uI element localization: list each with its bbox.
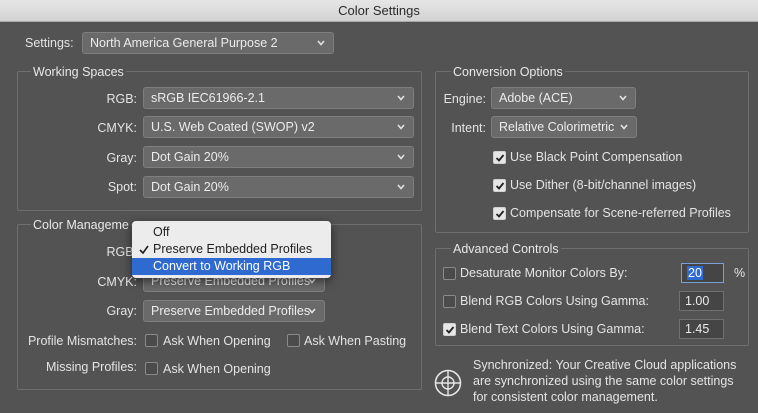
rgb-working-value: sRGB IEC61966-2.1 <box>151 91 265 105</box>
chevron-down-icon <box>397 95 405 101</box>
blend-text-input[interactable]: 1.45 <box>679 319 724 339</box>
blend-text-checkbox[interactable] <box>443 323 456 336</box>
engine-value: Adobe (ACE) <box>499 91 573 105</box>
spot-working-value: Dot Gain 20% <box>151 180 229 194</box>
conversion-options-title: Conversion Options <box>451 64 565 80</box>
cmyk-working-value: U.S. Web Coated (SWOP) v2 <box>151 120 315 134</box>
gray-working-value: Dot Gain 20% <box>151 150 229 164</box>
chevron-down-icon <box>397 154 405 160</box>
sync-line-2: are synchronized using the same color se… <box>473 374 734 388</box>
chevron-down-icon <box>397 184 405 190</box>
window-title-bar: Color Settings <box>0 0 758 22</box>
mismatch-ask-opening-checkbox[interactable] <box>145 334 158 347</box>
engine-label: Engine: <box>443 92 486 106</box>
gray-policy-value: Preserve Embedded Profiles <box>151 304 311 318</box>
blend-text-label: Blend Text Colors Using Gamma: <box>460 322 645 336</box>
sync-line-1: Synchronized: Your Creative Cloud applic… <box>473 358 737 372</box>
desaturate-value: 20 <box>687 266 703 280</box>
mismatch-ask-opening-label: Ask When Opening <box>163 334 271 348</box>
cmyk-working-select[interactable]: U.S. Web Coated (SWOP) v2 <box>143 116 414 138</box>
checkmark-icon <box>495 154 505 162</box>
black-point-checkbox[interactable] <box>493 151 506 164</box>
chevron-down-icon <box>620 124 628 130</box>
color-management-title: Color Manageme <box>31 217 131 233</box>
gray-policy-select[interactable]: Preserve Embedded Profiles <box>143 300 325 322</box>
chevron-down-icon <box>317 40 325 46</box>
mismatch-ask-pasting-checkbox[interactable] <box>287 334 300 347</box>
rgb-working-label: RGB: <box>106 92 137 106</box>
sync-message: Synchronized: Your Creative Cloud applic… <box>473 357 753 405</box>
spot-working-select[interactable]: Dot Gain 20% <box>143 176 414 198</box>
mismatch-ask-pasting-label: Ask When Pasting <box>304 334 407 348</box>
blend-rgb-value: 1.00 <box>685 294 710 308</box>
blend-rgb-checkbox[interactable] <box>443 295 456 308</box>
cmyk-working-label: CMYK: <box>97 121 137 135</box>
rgb-working-select[interactable]: sRGB IEC61966-2.1 <box>143 87 414 109</box>
window-title: Color Settings <box>338 3 420 18</box>
spot-working-label: Spot: <box>107 180 137 194</box>
missing-profiles-label: Missing Profiles: <box>46 360 137 374</box>
intent-select[interactable]: Relative Colorimetric <box>491 116 637 138</box>
checkmark-icon <box>445 326 455 334</box>
missing-ask-opening-checkbox[interactable] <box>145 362 158 375</box>
settings-select[interactable]: North America General Purpose 2 <box>82 32 334 54</box>
checkmark-icon <box>495 210 505 218</box>
blend-rgb-input[interactable]: 1.00 <box>679 291 724 311</box>
gray-working-select[interactable]: Dot Gain 20% <box>143 146 414 168</box>
desaturate-input[interactable]: 20 <box>681 263 724 283</box>
rgb-policy-label: RGB: <box>106 245 137 259</box>
desaturate-label: Desaturate Monitor Colors By: <box>460 266 628 280</box>
engine-select[interactable]: Adobe (ACE) <box>491 87 636 109</box>
dither-checkbox[interactable] <box>493 179 506 192</box>
black-point-label: Use Black Point Compensation <box>510 150 683 164</box>
menu-item-off[interactable]: Off <box>132 224 331 241</box>
desaturate-checkbox[interactable] <box>443 267 456 280</box>
cmyk-policy-label: CMYK: <box>97 275 137 289</box>
chevron-down-icon <box>619 95 627 101</box>
profile-mismatches-label: Profile Mismatches: <box>27 334 137 348</box>
missing-ask-opening-label: Ask When Opening <box>163 362 271 376</box>
menu-item-convert[interactable]: Convert to Working RGB <box>132 258 331 275</box>
intent-value: Relative Colorimetric <box>499 120 615 134</box>
working-spaces-title: Working Spaces <box>31 64 126 80</box>
gray-working-label: Gray: <box>106 151 137 165</box>
settings-value: North America General Purpose 2 <box>90 36 278 50</box>
gray-policy-label: Gray: <box>106 304 137 318</box>
scene-referred-label: Compensate for Scene-referred Profiles <box>510 206 731 220</box>
checkmark-icon <box>139 245 149 255</box>
sync-globe-icon <box>434 369 462 397</box>
menu-item-off-label: Off <box>153 225 170 239</box>
blend-rgb-label: Blend RGB Colors Using Gamma: <box>460 294 649 308</box>
chevron-down-icon <box>308 308 316 314</box>
chevron-down-icon <box>397 124 405 130</box>
sync-line-3: for consistent color management. <box>473 390 658 404</box>
desaturate-unit: % <box>734 266 746 280</box>
advanced-controls-title: Advanced Controls <box>451 241 561 257</box>
blend-text-value: 1.45 <box>685 322 710 336</box>
settings-label: Settings: <box>25 36 74 50</box>
menu-item-convert-label: Convert to Working RGB <box>153 259 291 273</box>
dither-label: Use Dither (8-bit/channel images) <box>510 178 697 192</box>
rgb-policy-menu[interactable]: Off Preserve Embedded Profiles Convert t… <box>132 221 331 278</box>
menu-item-preserve[interactable]: Preserve Embedded Profiles <box>132 241 331 258</box>
menu-item-preserve-label: Preserve Embedded Profiles <box>153 242 313 256</box>
intent-label: Intent: <box>451 121 486 135</box>
scene-referred-checkbox[interactable] <box>493 207 506 220</box>
checkmark-icon <box>495 182 505 190</box>
